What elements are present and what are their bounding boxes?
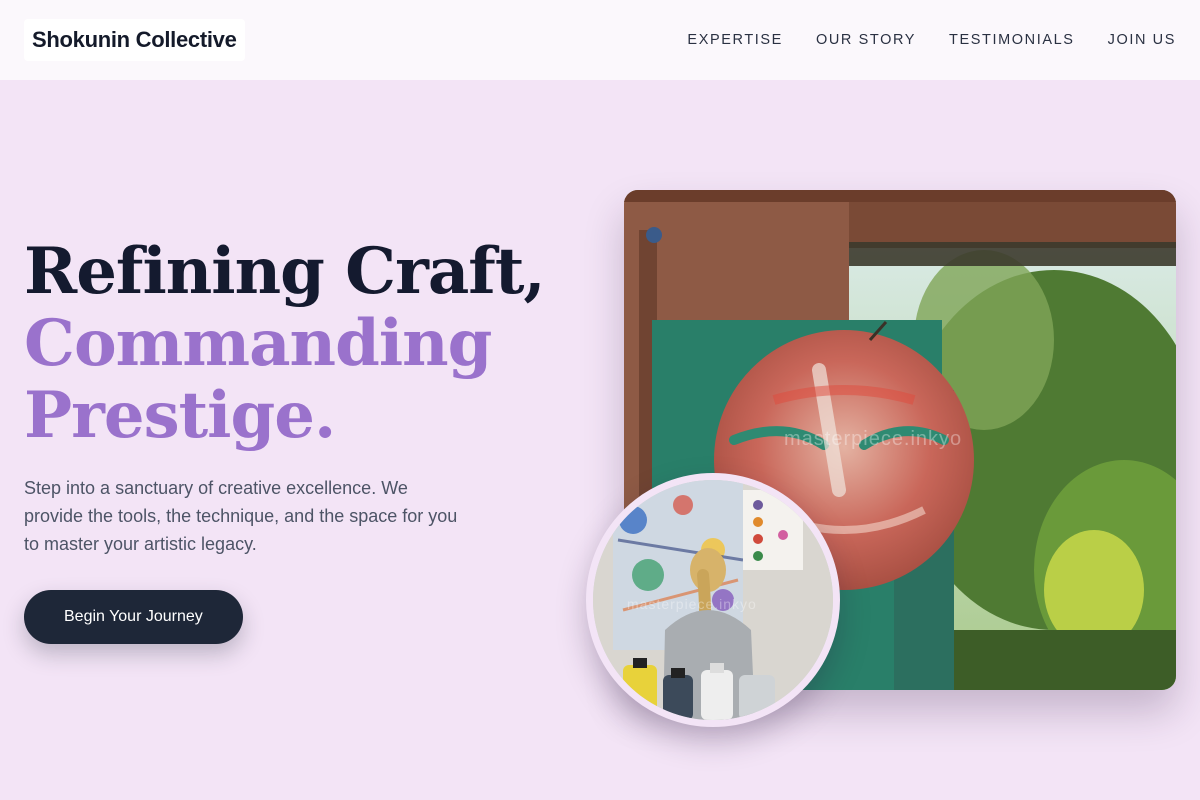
begin-journey-button[interactable]: Begin Your Journey (24, 590, 243, 644)
brand-logo[interactable]: Shokunin Collective (24, 19, 245, 61)
top-navigation-bar: Shokunin Collective EXPERTISE OUR STORY … (0, 0, 1200, 80)
child-painting-photo: masterpiece.inkyo (586, 473, 840, 727)
headline-line-2: Commanding (24, 306, 492, 381)
hero-text-section: Refining Craft, Commanding Prestige. Ste… (24, 236, 584, 644)
headline-line-3: Prestige. (24, 378, 336, 453)
main-nav: EXPERTISE OUR STORY TESTIMONIALS JOIN US (687, 32, 1176, 48)
headline-line-1: Refining Craft, (24, 234, 546, 309)
nav-link-our-story[interactable]: OUR STORY (816, 32, 916, 48)
hero-headline: Refining Craft, Commanding Prestige. (24, 236, 584, 452)
nav-link-testimonials[interactable]: TESTIMONIALS (949, 32, 1075, 48)
hero-description: Step into a sanctuary of creative excell… (24, 478, 458, 554)
nav-link-expertise[interactable]: EXPERTISE (687, 32, 783, 48)
circle-image-watermark: masterpiece.inkyo (627, 596, 757, 612)
nav-link-join-us[interactable]: JOIN US (1108, 32, 1176, 48)
image-watermark: masterpiece.inkyo (784, 428, 963, 450)
